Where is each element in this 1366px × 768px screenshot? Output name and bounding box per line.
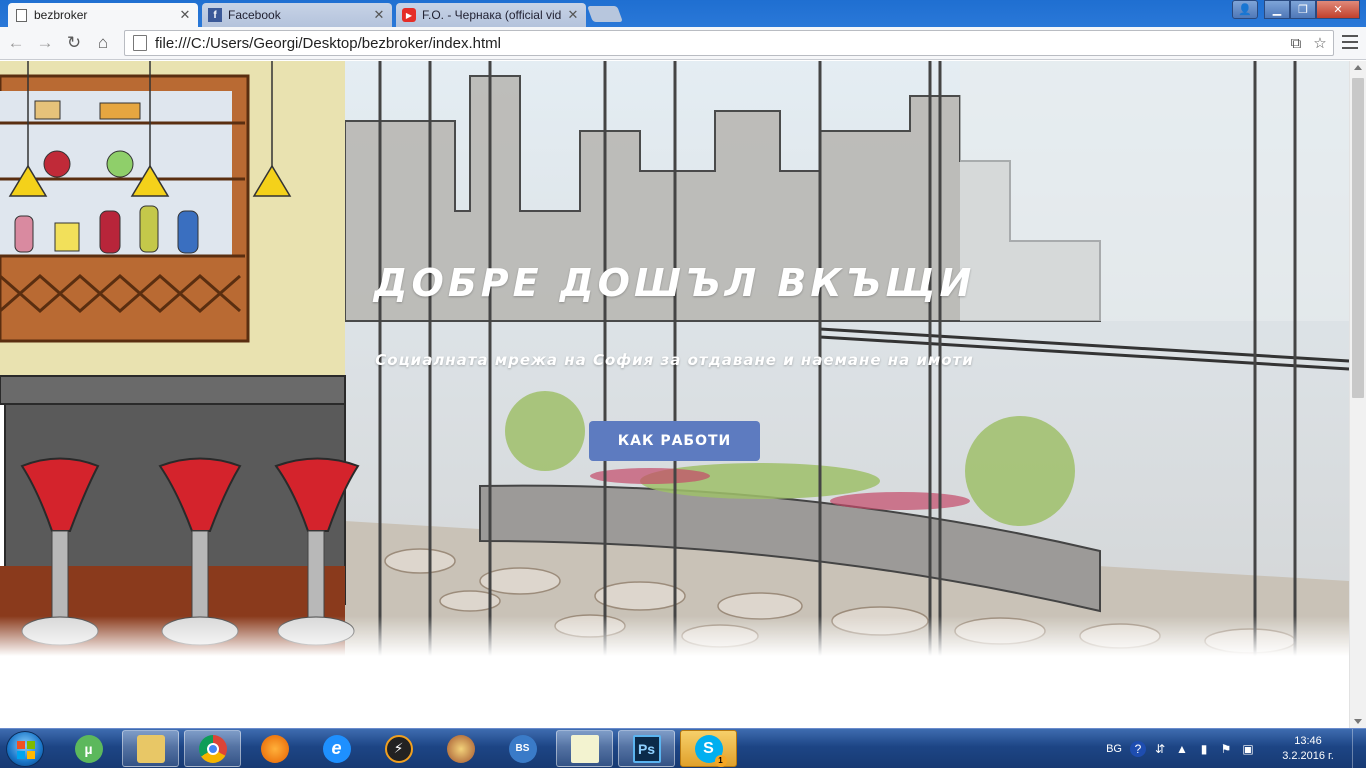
- taskbar-firefox[interactable]: [246, 730, 303, 767]
- taskbar-skype[interactable]: S 1: [680, 730, 737, 767]
- tab-title: F.O. - Чернака (official vid: [422, 8, 562, 22]
- show-desktop-button[interactable]: [1352, 729, 1366, 768]
- page-scrollbar[interactable]: [1349, 61, 1366, 728]
- language-indicator[interactable]: BG: [1106, 743, 1122, 755]
- game-icon: [446, 734, 475, 763]
- taskbar-notepad[interactable]: [556, 730, 613, 767]
- hero-title: ДОБРЕ ДОШЪЛ ВКЪЩИ: [373, 261, 976, 305]
- page-viewport: ДОБРЕ ДОШЪЛ ВКЪЩИ Социалната мрежа на Со…: [0, 61, 1349, 728]
- clock-date: 3.2.2016 г.: [1282, 749, 1334, 762]
- forward-icon[interactable]: →: [35, 33, 55, 53]
- scroll-up-icon[interactable]: [1354, 65, 1362, 70]
- tab-title: bezbroker: [34, 8, 88, 22]
- browser-toolbar: ← → ↻ ⌂ file:///C:/Users/Georgi/Desktop/…: [0, 27, 1366, 60]
- show-hidden-icons-icon[interactable]: ▲: [1174, 741, 1190, 757]
- utorrent-icon: µ: [74, 734, 103, 763]
- new-tab-button[interactable]: [587, 6, 623, 22]
- taskbar-internet-explorer[interactable]: e: [308, 730, 365, 767]
- clock[interactable]: 13:46 3.2.2016 г.: [1268, 734, 1348, 764]
- tab-youtube[interactable]: ▶ F.O. - Чернака (official vid ✕: [396, 3, 586, 27]
- youtube-icon: ▶: [402, 8, 416, 22]
- facebook-icon: f: [208, 8, 222, 22]
- chrome-menu-icon[interactable]: [1342, 35, 1358, 49]
- photoshop-icon: Ps: [632, 734, 661, 763]
- close-window-button[interactable]: ✕: [1316, 0, 1360, 19]
- start-button[interactable]: [6, 731, 44, 767]
- close-tab-icon[interactable]: ✕: [566, 7, 580, 23]
- skype-notification-badge: 1: [714, 754, 727, 767]
- hero-subtitle: Социалната мрежа на София за отдаване и …: [375, 351, 974, 369]
- taskbar-ps[interactable]: BS: [494, 730, 551, 767]
- file-explorer-icon: [136, 734, 165, 763]
- close-tab-icon[interactable]: ✕: [178, 7, 192, 23]
- address-url[interactable]: file:///C:/Users/Georgi/Desktop/bezbroke…: [155, 35, 501, 52]
- windows-logo-icon: [17, 741, 35, 759]
- how-it-works-button[interactable]: КАК РАБОТИ: [589, 421, 760, 461]
- taskbar-file-explorer[interactable]: [122, 730, 179, 767]
- action-center-flag-icon[interactable]: ⚑: [1218, 741, 1234, 757]
- browser-tab-bar: bezbroker ✕ f Facebook ✕ ▶ F.O. - Чернак…: [0, 0, 1366, 27]
- clock-time: 13:46: [1294, 734, 1322, 747]
- windows-taskbar: µ e ⚡ BS Ps S 1 BG ? ⇵ ▲ ▮ ⚑ ▣ 13:46 3.2…: [0, 728, 1366, 768]
- minimize-button[interactable]: ▁: [1264, 0, 1290, 19]
- taskbar-chrome[interactable]: [184, 730, 241, 767]
- chrome-icon: [198, 734, 227, 763]
- network-icon[interactable]: ▮: [1196, 741, 1212, 757]
- close-tab-icon[interactable]: ✕: [372, 7, 386, 23]
- bookmark-star-icon[interactable]: ☆: [1311, 34, 1329, 52]
- reload-icon[interactable]: ↻: [64, 33, 84, 53]
- hero-section: ДОБРЕ ДОШЪЛ ВКЪЩИ Социалната мрежа на Со…: [0, 61, 1349, 656]
- translate-icon[interactable]: ⧉: [1287, 34, 1305, 52]
- skype-icon: S 1: [694, 734, 727, 767]
- window-controls: 👤 ▁ ❐ ✕: [1232, 0, 1360, 19]
- power-icon[interactable]: ▣: [1240, 741, 1256, 757]
- tab-bezbroker[interactable]: bezbroker ✕: [8, 3, 198, 27]
- help-icon[interactable]: ?: [1130, 740, 1146, 757]
- internet-explorer-icon: e: [322, 734, 351, 763]
- tab-facebook[interactable]: f Facebook ✕: [202, 3, 392, 27]
- tab-title: Facebook: [228, 8, 281, 22]
- page-icon: [133, 35, 147, 51]
- address-bar[interactable]: file:///C:/Users/Georgi/Desktop/bezbroke…: [124, 30, 1334, 56]
- back-icon[interactable]: ←: [6, 33, 26, 53]
- user-icon[interactable]: 👤: [1232, 0, 1258, 19]
- winamp-icon: ⚡: [384, 734, 413, 763]
- taskbar-utorrent[interactable]: µ: [60, 730, 117, 767]
- home-icon[interactable]: ⌂: [93, 33, 113, 53]
- notepad-icon: [570, 734, 599, 763]
- maximize-button[interactable]: ❐: [1290, 0, 1316, 19]
- page-icon: [14, 8, 28, 22]
- scroll-down-icon[interactable]: [1354, 719, 1362, 724]
- firefox-icon: [260, 734, 289, 763]
- taskbar-game[interactable]: [432, 730, 489, 767]
- system-tray: BG ? ⇵ ▲ ▮ ⚑ ▣ 13:46 3.2.2016 г.: [1106, 729, 1366, 768]
- scrollbar-thumb[interactable]: [1352, 78, 1364, 398]
- taskbar-winamp[interactable]: ⚡: [370, 730, 427, 767]
- input-options-icon[interactable]: ⇵: [1152, 741, 1168, 757]
- taskbar-photoshop[interactable]: Ps: [618, 730, 675, 767]
- ps-icon: BS: [508, 734, 537, 763]
